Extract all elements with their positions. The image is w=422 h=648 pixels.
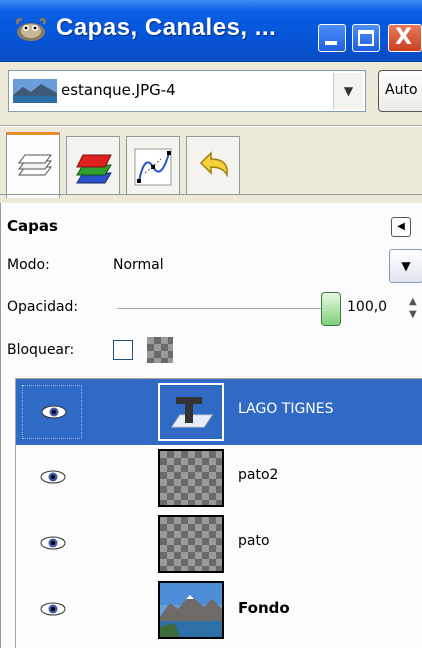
spin-down-icon[interactable]: ▼ [409, 309, 417, 320]
visibility-toggle[interactable] [22, 517, 82, 571]
tab-layers[interactable] [6, 132, 60, 198]
layer-name[interactable]: LAGO TIGNES [238, 401, 334, 417]
channels-icon [76, 154, 112, 184]
layer-thumbnail [158, 581, 224, 639]
layer-name[interactable]: pato [238, 533, 270, 549]
layers-panel: Capas ◀ Modo: Normal ▼ Opacidad: 100,0 ▲… [0, 203, 422, 648]
maximize-button[interactable] [352, 24, 380, 52]
mode-dropdown-button[interactable]: ▼ [389, 249, 422, 283]
close-icon: X [395, 25, 412, 50]
layer-name[interactable]: Fondo [238, 599, 290, 617]
opacity-slider[interactable] [117, 308, 331, 310]
title-bar[interactable]: Capas, Canales, ... X [0, 0, 422, 62]
mode-label: Modo: [7, 257, 50, 273]
tab-channels[interactable] [66, 136, 120, 194]
auto-button[interactable]: Auto [378, 70, 422, 112]
layer-thumbnail [158, 515, 224, 573]
layers-icon [18, 154, 52, 176]
layer-row[interactable]: pato2 [16, 445, 422, 511]
visibility-toggle[interactable] [22, 583, 82, 637]
photo-thumbnail [160, 583, 222, 637]
paths-icon [134, 148, 172, 186]
panel-title: Capas [7, 217, 58, 235]
layer-row[interactable]: LAGO TIGNES [16, 379, 422, 445]
layer-row[interactable]: Fondo [16, 577, 422, 643]
undo-history-icon [199, 151, 228, 178]
minimize-icon [325, 41, 337, 45]
mode-select-value[interactable]: Normal [113, 257, 164, 273]
close-button[interactable]: X [388, 24, 422, 52]
spin-up-icon[interactable]: ▲ [409, 296, 417, 307]
layer-list: LAGO TIGNES pato2 pato Fondo [15, 378, 422, 648]
lock-pixels-checkbox[interactable] [113, 340, 133, 360]
lock-label: Bloquear: [7, 342, 75, 358]
triangle-left-icon: ◀ [397, 221, 405, 232]
gimp-icon [16, 18, 46, 41]
image-thumbnail [13, 79, 57, 103]
minimize-button[interactable] [318, 24, 346, 52]
dock-tabs [0, 132, 422, 202]
layer-thumbnail [158, 383, 224, 441]
panel-menu-button[interactable]: ◀ [391, 217, 411, 237]
eye-icon [40, 602, 66, 616]
chevron-down-icon: ▼ [401, 259, 411, 273]
visibility-toggle[interactable] [22, 385, 82, 439]
image-name: estanque.JPG-4 [61, 81, 176, 99]
image-combo[interactable]: estanque.JPG-4 ▼ [8, 70, 366, 112]
tab-paths[interactable] [126, 136, 180, 194]
maximize-icon [358, 30, 374, 46]
layer-name[interactable]: pato2 [238, 467, 278, 483]
eye-icon [40, 470, 66, 484]
window-title: Capas, Canales, ... [56, 14, 277, 41]
chevron-down-icon[interactable]: ▼ [333, 73, 363, 109]
opacity-spin-button[interactable]: ▲ ▼ [409, 295, 422, 321]
opacity-value[interactable]: 100,0 [347, 299, 387, 315]
visibility-toggle[interactable] [22, 451, 82, 505]
text-layer-icon [171, 397, 213, 428]
eye-icon [40, 536, 66, 550]
opacity-slider-thumb[interactable] [321, 292, 341, 326]
tab-undo-history[interactable] [186, 136, 240, 194]
image-selector-row: estanque.JPG-4 ▼ Auto [0, 62, 422, 120]
eye-icon [41, 405, 67, 419]
opacity-label: Opacidad: [7, 299, 79, 315]
layer-thumbnail [158, 449, 224, 507]
layer-row[interactable]: pato [16, 511, 422, 577]
lock-alpha-icon[interactable] [147, 337, 173, 363]
